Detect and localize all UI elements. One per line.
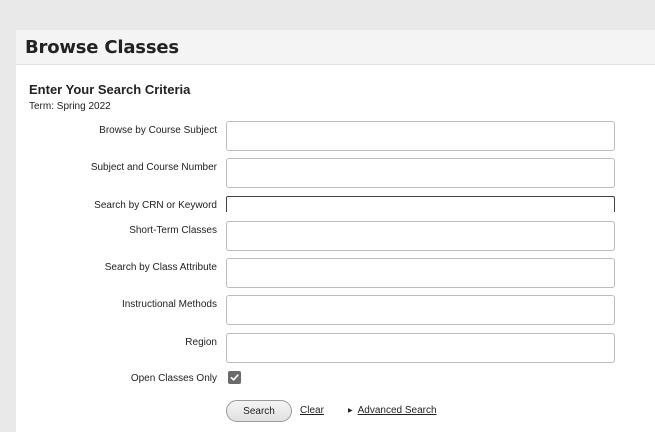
instructional-methods-label: Instructional Methods: [121, 299, 217, 310]
subject-course-number-label: Subject and Course Number: [90, 162, 217, 173]
page-title: Browse Classes: [25, 36, 179, 58]
browse-classes-panel: Browse Classes Enter Your Search Criteri…: [16, 30, 655, 432]
open-classes-only-checkbox[interactable]: [228, 371, 241, 384]
checkmark-icon: [230, 374, 239, 381]
triangle-right-icon: ▶: [348, 408, 353, 414]
region-input[interactable]: [226, 333, 615, 363]
advanced-search-link[interactable]: Advanced Search: [358, 405, 437, 416]
class-attribute-label: Search by Class Attribute: [104, 262, 217, 273]
panel-header: Browse Classes: [16, 30, 655, 65]
search-button[interactable]: Search: [226, 400, 292, 422]
short-term-classes-label: Short-Term Classes: [129, 225, 217, 236]
short-term-classes-input[interactable]: [226, 221, 615, 251]
region-label: Region: [185, 337, 217, 348]
term-label: Term: Spring 2022: [29, 101, 111, 112]
crn-keyword-input[interactable]: [226, 196, 615, 212]
course-subject-label: Browse by Course Subject: [99, 125, 217, 136]
subject-course-number-input[interactable]: [226, 158, 615, 188]
clear-link[interactable]: Clear: [300, 405, 324, 416]
instructional-methods-input[interactable]: [226, 295, 615, 325]
advanced-search-toggle[interactable]: ▶ Advanced Search: [348, 405, 437, 416]
class-attribute-input[interactable]: [226, 258, 615, 288]
course-subject-input[interactable]: [226, 121, 615, 151]
open-classes-only-label: Open Classes Only: [130, 373, 217, 384]
search-criteria-heading: Enter Your Search Criteria: [29, 82, 191, 97]
crn-keyword-label: Search by CRN or Keyword: [94, 200, 217, 211]
